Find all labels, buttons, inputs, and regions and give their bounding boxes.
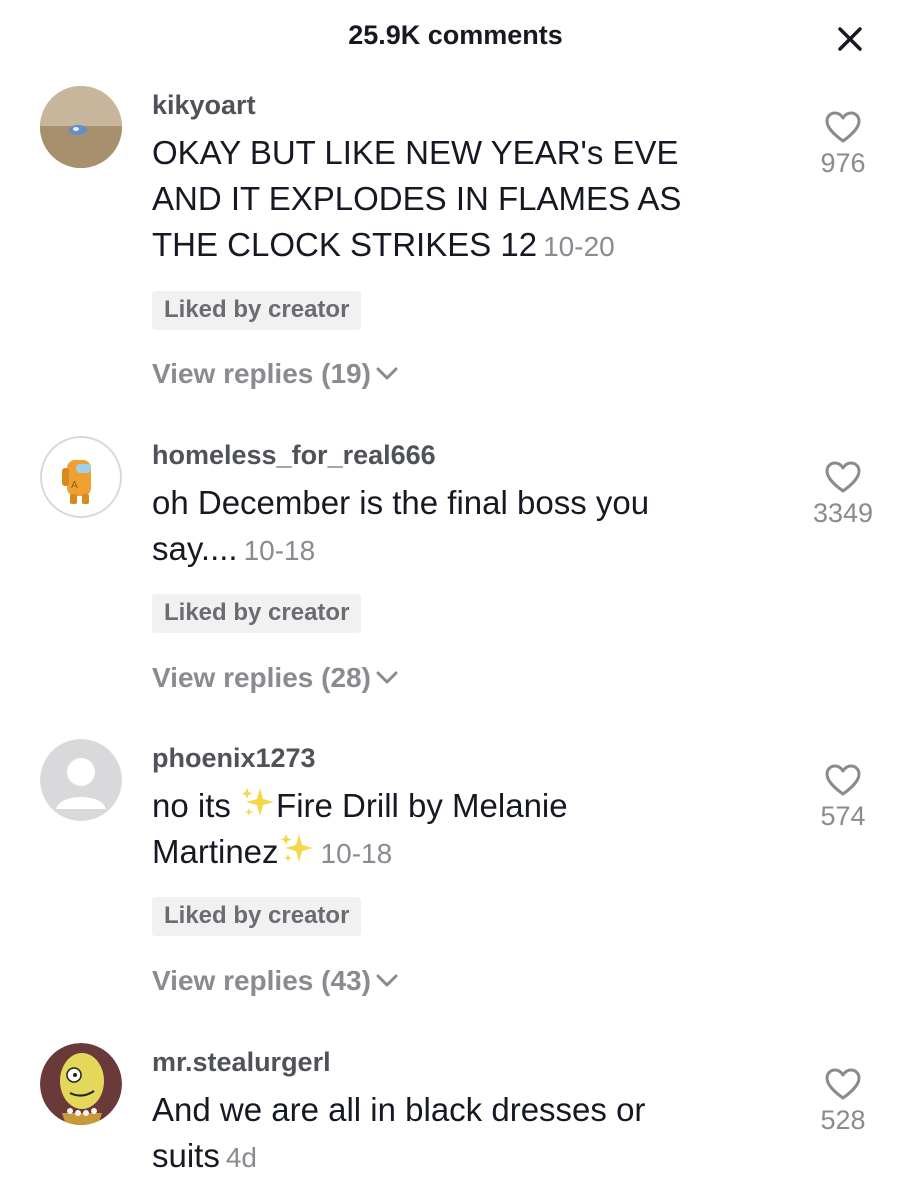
heart-outline-icon: [825, 461, 861, 493]
comment-text-line: suits 4d: [152, 1133, 752, 1181]
comment-text-line: oh December is the final boss you: [152, 484, 650, 521]
comment-text-fragment: say....: [152, 530, 238, 567]
like-count: 574: [820, 801, 866, 831]
comment-date: 10-18: [320, 838, 393, 869]
liked-by-creator-badge: Liked by creator: [152, 291, 362, 330]
comment-text: oh December is the final boss you say...…: [152, 480, 752, 574]
comment-item: kikyoart OKAY BUT LIKE NEW YEAR's EVE AN…: [0, 86, 911, 406]
heart-outline-icon: [825, 1068, 861, 1100]
comment-text: OKAY BUT LIKE NEW YEAR's EVE AND IT EXPL…: [152, 130, 752, 270]
comment-date: 10-20: [543, 231, 615, 262]
svg-text:A: A: [71, 480, 78, 491]
liked-by-creator-badge: Liked by creator: [152, 594, 362, 633]
heart-outline-icon: [825, 764, 861, 796]
avatar[interactable]: A: [40, 436, 122, 518]
comment-text-fragment: Martinez: [152, 833, 279, 870]
heart-outline-icon: [825, 111, 861, 143]
like-count: 3349: [812, 498, 874, 528]
view-replies-label: View replies (28): [152, 662, 371, 693]
comment-text-line: And we are all in black dresses or: [152, 1091, 646, 1128]
comment-text: And we are all in black dresses or suits…: [152, 1087, 752, 1181]
comment-item: A homeless_for_real666 oh December is th…: [0, 436, 911, 716]
like-button[interactable]: 528: [793, 1067, 893, 1136]
like-button[interactable]: 976: [793, 110, 893, 179]
close-icon: [838, 27, 862, 51]
comment-text-line: Martinez 10-18: [152, 829, 752, 877]
comment-username[interactable]: phoenix1273: [152, 743, 316, 774]
chevron-down-icon: [376, 974, 398, 987]
comment-text-fragment: Fire Drill by Melanie: [276, 787, 568, 824]
comment-text-line: AND IT EXPLODES IN FLAMES AS: [152, 180, 682, 217]
like-count: 528: [820, 1105, 866, 1135]
comment-item: mr.stealurgerl And we are all in black d…: [0, 1043, 911, 1200]
like-button[interactable]: 3349: [793, 460, 893, 529]
comment-username[interactable]: kikyoart: [152, 90, 256, 121]
comment-text-line: OKAY BUT LIKE NEW YEAR's EVE: [152, 134, 679, 171]
comments-count-title: 25.9K comments: [348, 20, 563, 50]
avatar[interactable]: [40, 1043, 122, 1125]
comment-item: phoenix1273 no its Fire Drill by Melanie…: [0, 739, 911, 1019]
sparkles-emoji-icon: [280, 834, 313, 862]
avatar[interactable]: [40, 86, 122, 168]
view-replies-button[interactable]: View replies (28): [152, 662, 399, 694]
liked-by-creator-badge: Liked by creator: [152, 897, 362, 936]
comment-text-line: no its Fire Drill by Melanie: [152, 783, 752, 829]
view-replies-label: View replies (19): [152, 358, 371, 389]
comment-username[interactable]: mr.stealurgerl: [152, 1047, 331, 1078]
comment-text-fragment: no its: [152, 787, 231, 824]
chevron-down-icon: [376, 671, 398, 684]
view-replies-button[interactable]: View replies (19): [152, 358, 399, 390]
avatar[interactable]: [40, 739, 122, 821]
view-replies-button[interactable]: View replies (43): [152, 965, 399, 997]
sparkles-emoji-icon: [241, 788, 275, 816]
comment-text-fragment: suits: [152, 1137, 220, 1174]
comments-header: 25.9K comments: [0, 0, 911, 78]
close-button[interactable]: [835, 24, 865, 54]
comment-text-fragment: THE CLOCK STRIKES 12: [152, 226, 538, 263]
comment-text-line: say.... 10-18: [152, 526, 752, 574]
like-button[interactable]: 574: [793, 763, 893, 832]
chevron-down-icon: [376, 367, 398, 380]
comment-username[interactable]: homeless_for_real666: [152, 440, 436, 471]
comment-text-line: THE CLOCK STRIKES 12 10-20: [152, 222, 752, 270]
comment-date: 10-18: [243, 535, 316, 566]
like-count: 976: [820, 148, 866, 178]
comment-date: 4d: [225, 1142, 258, 1173]
view-replies-label: View replies (43): [152, 965, 371, 996]
comment-text: no its Fire Drill by Melanie Martinez 10-…: [152, 783, 752, 877]
